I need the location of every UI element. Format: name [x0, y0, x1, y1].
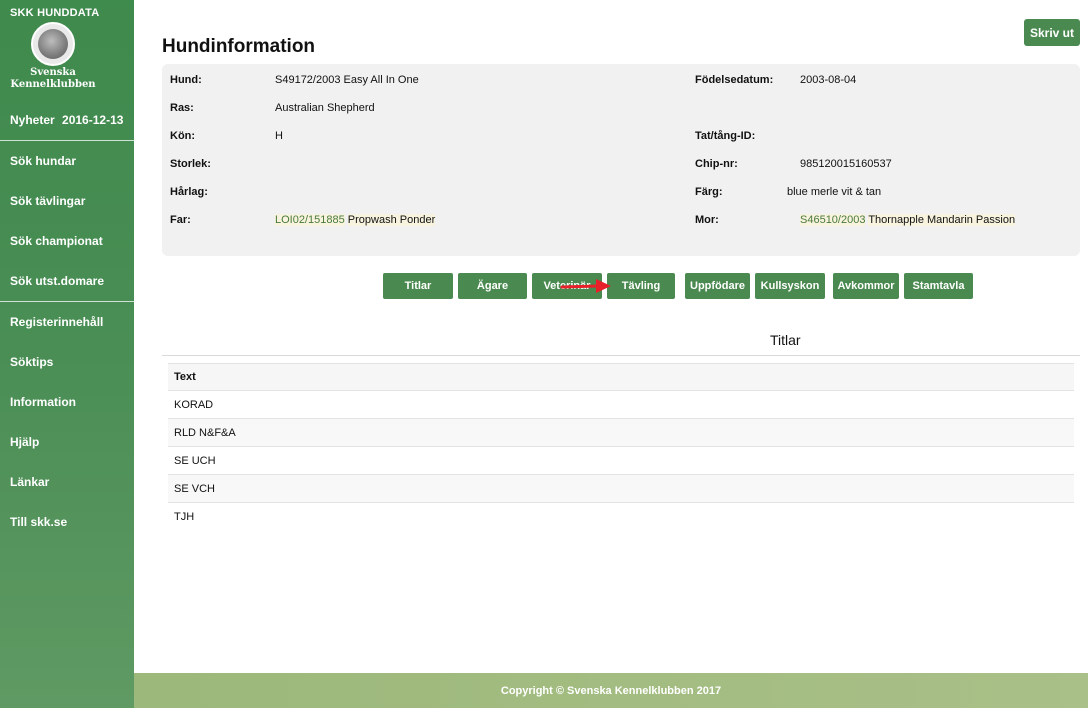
tat-label: Tat/tång-ID: [695, 130, 756, 142]
ras-value: Australian Shepherd [275, 102, 375, 114]
section-title: Titlar [770, 332, 801, 348]
table-header: Text [168, 363, 1074, 391]
logo-line1: Svenska [30, 67, 76, 78]
sidebar-item-lankar[interactable]: Länkar [0, 462, 134, 502]
table-row: KORAD [168, 391, 1074, 419]
sidebar-item-sok-hundar[interactable]: Sök hundar [0, 141, 134, 181]
news-date: 2016-12-13 [62, 113, 124, 127]
news-label: Nyheter [10, 113, 55, 127]
news-link[interactable]: Nyheter 2016-12-13 [0, 98, 134, 140]
table-row: RLD N&F&A [168, 419, 1074, 447]
sidebar-item-sok-utst-domare[interactable]: Sök utst.domare [0, 261, 134, 301]
sidebar-item-sok-tavlingar[interactable]: Sök tävlingar [0, 181, 134, 221]
sidebar-item-information[interactable]: Information [0, 382, 134, 422]
storlek-label: Storlek: [170, 158, 211, 170]
logo-title: SKK HUNDDATA [10, 7, 100, 19]
mor-link[interactable]: S46510/2003 Thornapple Mandarin Passion [800, 212, 1016, 228]
far-name[interactable]: Propwash Ponder [347, 214, 436, 226]
harlag-label: Hårlag: [170, 186, 208, 198]
page-title: Hundinformation [162, 36, 316, 57]
logo-line2: Kennelklubben [10, 79, 96, 90]
copyright-text: Copyright © Svenska Kennelklubben 2017 [500, 684, 722, 697]
sidebar-item-till-skk[interactable]: Till skk.se [0, 502, 134, 542]
hund-value: S49172/2003 Easy All In One [275, 74, 419, 86]
kennel-club-emblem-icon [31, 22, 75, 66]
fodelsedatum-label: Födelsedatum: [695, 74, 774, 86]
tab-tavling[interactable]: Tävling [607, 273, 675, 299]
dog-info-panel: Hund: S49172/2003 Easy All In One Ras: A… [162, 64, 1080, 256]
mor-name[interactable]: Thornapple Mandarin Passion [868, 214, 1016, 226]
hund-row: Hund: [170, 72, 202, 88]
table-row: SE VCH [168, 475, 1074, 503]
tab-titlar[interactable]: Titlar [383, 273, 453, 299]
tab-uppfodare[interactable]: Uppfödare [685, 273, 750, 299]
footer: Copyright © Svenska Kennelklubben 2017 [134, 673, 1088, 708]
column-header-text: Text [174, 371, 196, 383]
print-button[interactable]: Skriv ut [1024, 19, 1080, 46]
ras-label: Ras: [170, 102, 194, 114]
table-row: TJH [174, 511, 195, 523]
kon-label: Kön: [170, 130, 196, 142]
chip-label: Chip-nr: [695, 158, 738, 170]
sidebar: SKK HUNDDATA Svenska Kennelklubben Nyhet… [0, 0, 134, 708]
tab-agare[interactable]: Ägare [458, 273, 527, 299]
chip-value: 985120015160537 [800, 158, 892, 170]
sidebar-item-hjalp[interactable]: Hjälp [0, 422, 134, 462]
tab-avkommor[interactable]: Avkommor [833, 273, 899, 299]
table-row: SE UCH [168, 447, 1074, 475]
sidebar-item-soktips[interactable]: Söktips [0, 342, 134, 382]
sidebar-item-registerinnehall[interactable]: Registerinnehåll [0, 302, 134, 342]
section-divider [162, 355, 1080, 356]
mor-code[interactable]: S46510/2003 [800, 214, 866, 226]
farg-label: Färg: [695, 186, 723, 198]
mor-label: Mor: [695, 214, 719, 226]
tab-kullsyskon[interactable]: Kullsyskon [755, 273, 825, 299]
fodelsedatum-value: 2003-08-04 [800, 74, 857, 86]
sidebar-item-sok-championat[interactable]: Sök championat [0, 221, 134, 261]
logo[interactable]: SKK HUNDDATA Svenska Kennelklubben [0, 0, 134, 98]
far-code[interactable]: LOI02/151885 [275, 214, 345, 226]
far-label: Far: [170, 214, 191, 226]
farg-value: blue merle vit & tan [787, 186, 882, 198]
hund-label: Hund: [170, 74, 202, 86]
far-link[interactable]: LOI02/151885 Propwash Ponder [275, 212, 436, 228]
titles-table: Text KORAD RLD N&F&A SE UCH SE VCH TJH [168, 363, 1074, 531]
tab-stamtavla[interactable]: Stamtavla [904, 273, 973, 299]
kon-value: H [275, 130, 283, 142]
red-arrow-icon [560, 279, 611, 293]
main-content: Skriv ut Hundinformation Hund: S49172/20… [134, 0, 1088, 673]
